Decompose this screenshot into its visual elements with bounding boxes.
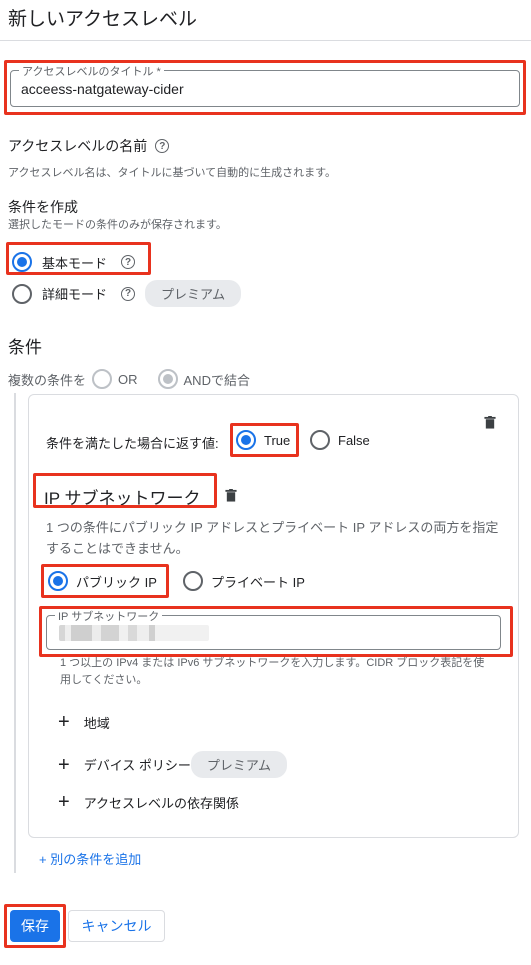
premium-badge: プレミアム xyxy=(190,751,288,778)
help-icon[interactable]: ? xyxy=(155,139,170,153)
and-label: ANDで結合 xyxy=(183,372,250,388)
private-ip-option[interactable]: プライベート IP xyxy=(183,571,305,591)
advanced-mode-label: 詳細モード xyxy=(42,287,108,302)
title-input-label: アクセスレベルのタイトル * xyxy=(19,63,164,79)
ip-subnet-input-label: IP サブネットワーク xyxy=(55,608,163,624)
delete-condition-icon[interactable] xyxy=(484,416,496,429)
basic-mode-label: 基本モード xyxy=(42,255,108,271)
name-heading-row: アクセスレベルの名前 ? xyxy=(8,136,170,156)
return-value-label: 条件を満たした場合に返す値: xyxy=(46,436,219,451)
add-device-policy-row[interactable]: + デバイス ポリシー プレミアム xyxy=(58,751,288,778)
premium-badge: プレミアム xyxy=(145,280,242,307)
combine-row: 複数の条件を OR ANDで結合 xyxy=(8,369,250,389)
public-ip-radio[interactable] xyxy=(48,571,68,591)
delete-ip-subnet-icon[interactable] xyxy=(225,489,237,502)
false-label: False xyxy=(338,432,370,448)
and-radio[interactable] xyxy=(157,369,178,389)
help-icon[interactable]: ? xyxy=(121,286,136,301)
private-ip-label: プライベート IP xyxy=(211,574,305,590)
plus-icon: + xyxy=(58,791,70,813)
true-radio[interactable] xyxy=(236,430,256,450)
true-label: True xyxy=(264,432,291,448)
ip-note: 1 つの条件にパブリック IP アドレスとプライベート IP アドレスの両方を指… xyxy=(46,520,499,556)
create-condition-heading: 条件を作成 xyxy=(8,199,78,215)
title-input[interactable]: アクセスレベルのタイトル * acceess-natgateway-cider xyxy=(10,63,520,107)
basic-mode-option[interactable]: 基本モード ? xyxy=(12,252,136,272)
conditions-heading: 条件 xyxy=(8,338,42,357)
title-input-value: acceess-natgateway-cider xyxy=(21,81,184,97)
advanced-mode-option[interactable]: 詳細モード ? プレミアム xyxy=(12,280,242,307)
redacted-ip-value xyxy=(59,625,209,641)
public-ip-option[interactable]: パブリック IP xyxy=(48,571,157,591)
create-condition-description: 選択したモードの条件のみが保存されます。 xyxy=(8,219,227,231)
save-button[interactable]: 保存 xyxy=(10,910,60,942)
ip-subnet-help: 1 つ以上の IPv4 または IPv6 サブネットワークを入力します。CIDR… xyxy=(60,657,485,686)
private-ip-radio[interactable] xyxy=(183,571,203,591)
title-divider xyxy=(0,40,531,41)
add-region-row[interactable]: + 地域 xyxy=(58,712,110,732)
true-option[interactable]: True xyxy=(236,430,290,450)
ip-subnet-input[interactable]: IP サブネットワーク xyxy=(46,608,501,650)
ip-subnet-heading: IP サブネットワーク xyxy=(44,489,201,508)
name-description: アクセスレベル名は、タイトルに基づいて自動的に生成されます。 xyxy=(8,167,337,179)
or-radio[interactable] xyxy=(92,369,113,389)
public-ip-label: パブリック IP xyxy=(76,574,157,590)
name-heading: アクセスレベルの名前 xyxy=(8,138,148,154)
add-dependency-row[interactable]: + アクセスレベルの依存関係 xyxy=(58,792,239,812)
advanced-mode-radio[interactable] xyxy=(12,283,32,304)
combine-label: 複数の条件を xyxy=(8,372,87,388)
add-device-policy-label: デバイス ポリシー xyxy=(83,758,191,773)
false-option[interactable]: False xyxy=(310,430,370,450)
add-condition-link[interactable]: + 別の条件を追加 xyxy=(39,849,141,868)
plus-icon: + xyxy=(58,711,70,733)
page-title: 新しいアクセスレベル xyxy=(8,9,198,30)
plus-icon: + xyxy=(58,753,70,776)
add-region-label: 地域 xyxy=(83,715,110,731)
add-dependency-label: アクセスレベルの依存関係 xyxy=(83,795,240,811)
or-label: OR xyxy=(118,371,138,387)
false-radio[interactable] xyxy=(310,430,330,450)
cancel-button[interactable]: キャンセル xyxy=(68,910,165,942)
condition-left-line xyxy=(14,393,16,873)
help-icon[interactable]: ? xyxy=(121,255,136,269)
basic-mode-radio[interactable] xyxy=(12,252,32,272)
